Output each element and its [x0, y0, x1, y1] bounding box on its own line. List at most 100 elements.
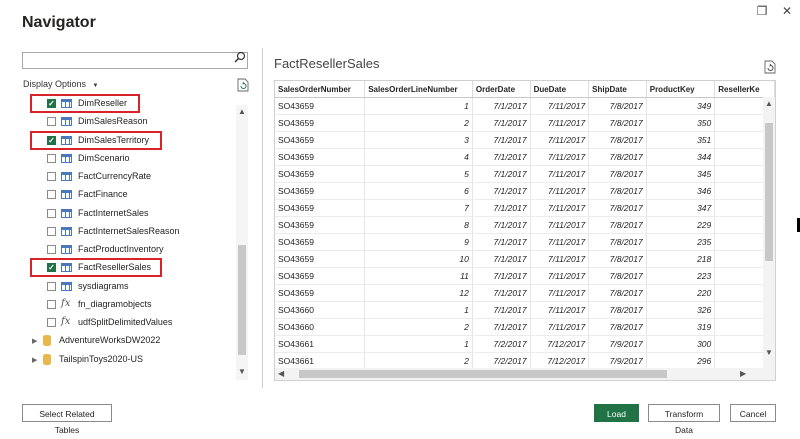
restore-icon[interactable]: ❐	[751, 2, 773, 20]
tree-item[interactable]: FactCurrencyRate	[22, 168, 236, 186]
table-cell: 7/12/2017	[530, 335, 590, 353]
tree-item[interactable]: DimScenario	[22, 150, 236, 168]
table-icon	[61, 172, 72, 181]
table-cell: 7/8/2017	[588, 114, 647, 132]
tree-database-item[interactable]: ▶ AdventureWorksDW2022	[22, 332, 236, 350]
tree-item[interactable]: ✓ FactResellerSales	[22, 258, 236, 278]
table-cell: 7	[364, 199, 473, 217]
tree-item-label: TailspinToys2020-US	[59, 353, 144, 364]
tree-item[interactable]: FactInternetSales	[22, 205, 236, 223]
close-icon[interactable]: ✕	[776, 2, 798, 20]
scroll-right-icon[interactable]: ▶	[740, 369, 746, 378]
table-cell: 235	[646, 233, 716, 251]
chevron-down-icon: ▼	[92, 83, 99, 89]
panel-divider[interactable]	[262, 48, 263, 388]
table-cell: 344	[646, 148, 716, 166]
table-cell: SO43659	[275, 267, 366, 285]
database-icon	[43, 335, 51, 347]
tree-item-label: fn_diagramobjects	[78, 298, 152, 309]
tree-item[interactable]: FactFinance	[22, 186, 236, 204]
table-cell: 7/8/2017	[588, 216, 647, 234]
search-icon[interactable]	[234, 51, 246, 63]
table-cell: 7/1/2017	[472, 97, 531, 115]
table-row: SO43659 4 7/1/2017 7/11/2017 7/8/2017 344	[275, 148, 775, 166]
checkbox[interactable]	[47, 281, 56, 291]
table-cell: 7/11/2017	[530, 301, 590, 319]
table-cell: SO43659	[275, 216, 366, 234]
checkbox[interactable]	[47, 318, 56, 327]
expand-icon[interactable]: ▶	[32, 337, 37, 345]
table-cell: 2	[364, 352, 473, 370]
checkbox[interactable]	[47, 190, 56, 200]
scroll-left-icon[interactable]: ◀	[278, 369, 284, 378]
column-header[interactable]: SalesOrderNumber	[275, 81, 366, 98]
scroll-up-icon[interactable]: ▲	[765, 99, 773, 108]
refresh-preview-icon[interactable]	[764, 60, 776, 74]
column-header[interactable]: ResellerKe	[714, 81, 775, 98]
tree-item[interactable]: fx fn_diagramobjects	[22, 296, 236, 314]
column-header[interactable]: DueDate	[530, 81, 590, 98]
preview-title: FactResellerSales	[274, 56, 380, 71]
scrollbar-thumb[interactable]	[765, 123, 773, 261]
tree-item[interactable]: FactInternetSalesReason	[22, 223, 236, 241]
column-header[interactable]: SalesOrderLineNumber	[364, 81, 473, 98]
table-cell: 7/1/2017	[472, 216, 531, 234]
tree-item[interactable]: FactProductInventory	[22, 241, 236, 259]
scroll-down-icon[interactable]: ▼	[238, 367, 246, 376]
table-cell: SO43659	[275, 114, 366, 132]
expand-icon[interactable]: ▶	[32, 356, 37, 364]
tree-item[interactable]: fx udfSplitDelimitedValues	[22, 314, 236, 332]
scroll-down-icon[interactable]: ▼	[765, 348, 773, 357]
checkbox[interactable]	[47, 172, 56, 181]
tree-database-item[interactable]: ▶ TailspinToys2020-US	[22, 351, 236, 369]
table-row: SO43659 9 7/1/2017 7/11/2017 7/8/2017 235	[275, 233, 775, 251]
select-related-tables-button[interactable]: Select Related Tables	[22, 404, 112, 435]
table-cell: 7/11/2017	[530, 165, 590, 183]
scroll-up-icon[interactable]: ▲	[238, 107, 246, 116]
table-cell: SO43661	[275, 352, 366, 370]
table-horizontal-scrollbar[interactable]: ◀ ▶	[275, 368, 775, 380]
table-cell: 7/11/2017	[530, 114, 590, 132]
navigator-tree: ✓ DimReseller DimSalesReason ✓ DimSalesTerri…	[22, 93, 250, 380]
database-icon	[43, 353, 51, 365]
cancel-button[interactable]: Cancel	[730, 404, 776, 422]
display-options-dropdown[interactable]: Display Options ▼	[23, 79, 99, 89]
column-header[interactable]: ShipDate	[588, 81, 647, 98]
table-cell: 7/8/2017	[588, 301, 647, 319]
table-cell: 347	[646, 199, 716, 217]
table-vertical-scrollbar[interactable]: ▲ ▼	[763, 97, 775, 368]
scrollbar-thumb[interactable]	[299, 370, 667, 378]
table-cell: 7/8/2017	[588, 148, 647, 166]
column-header[interactable]: ProductKey	[646, 81, 716, 98]
table-cell: 1	[364, 97, 473, 115]
column-header[interactable]: OrderDate	[472, 81, 531, 98]
checkbox[interactable]	[47, 245, 56, 254]
search-input[interactable]	[22, 52, 248, 69]
tree-item[interactable]: ✓ DimReseller	[22, 94, 236, 113]
tree-item[interactable]: ✓ DimSalesTerritory	[22, 130, 236, 150]
checkbox[interactable]	[47, 226, 56, 236]
table-row: SO43659 6 7/1/2017 7/11/2017 7/8/2017 346	[275, 182, 775, 200]
table-cell: 349	[646, 97, 716, 115]
checkbox[interactable]	[47, 299, 56, 309]
checkbox[interactable]	[47, 153, 56, 163]
table-cell: 7/1/2017	[472, 114, 531, 132]
table-cell: 7/8/2017	[588, 284, 647, 302]
tree-item[interactable]: sysdiagrams	[22, 278, 236, 296]
load-button[interactable]: Load	[594, 404, 639, 422]
table-cell: 7/8/2017	[588, 233, 647, 251]
checkbox[interactable]	[47, 208, 56, 218]
refresh-icon[interactable]	[237, 78, 249, 92]
table-cell: 6	[364, 182, 473, 200]
tree-item-label: udfSplitDelimitedValues	[78, 317, 173, 327]
table-cell: 7/11/2017	[530, 250, 590, 268]
scrollbar-thumb[interactable]	[238, 245, 246, 355]
table-cell: 10	[364, 250, 473, 268]
tree-item[interactable]: DimSalesReason	[22, 113, 236, 131]
table-cell: SO43659	[275, 250, 366, 268]
tree-scrollbar[interactable]: ▲ ▼	[236, 105, 248, 380]
table-cell: 9	[364, 233, 473, 251]
checkbox[interactable]	[47, 117, 56, 127]
transform-data-button[interactable]: Transform Data	[648, 404, 720, 435]
table-icon	[61, 245, 72, 254]
